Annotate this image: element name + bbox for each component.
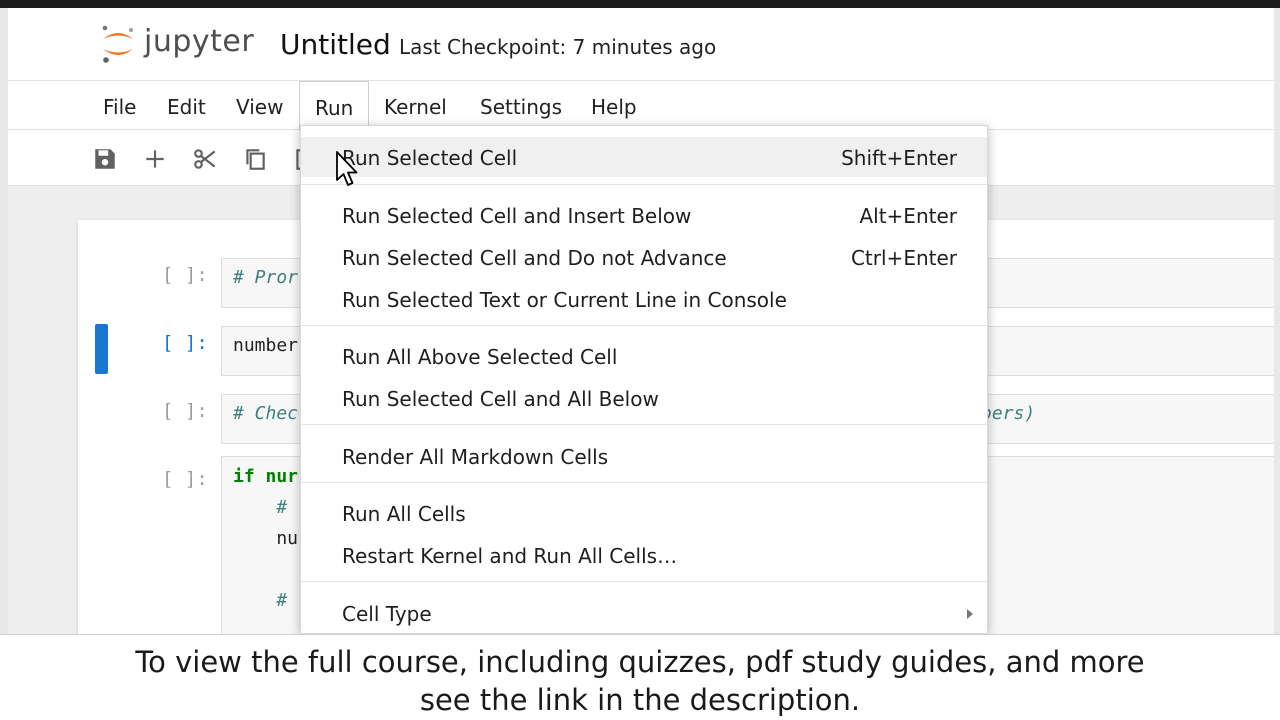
menu-item-restart-run-all[interactable]: Restart Kernel and Run All Cells… — [301, 535, 987, 575]
menu-separator — [301, 581, 987, 582]
menu-item-run-in-console[interactable]: Run Selected Text or Current Line in Con… — [301, 279, 987, 319]
menu-item-label: Run Selected Cell and All Below — [342, 387, 659, 411]
cell-prompt: [ ]: — [162, 332, 208, 354]
add-cell-icon[interactable] — [142, 146, 168, 172]
jupyter-wordmark: jupyter — [144, 24, 255, 59]
mouse-pointer-icon — [336, 151, 358, 186]
menu-file[interactable]: File — [103, 95, 136, 119]
menu-item-label: Restart Kernel and Run All Cells… — [342, 544, 678, 568]
cell-prompt: [ ]: — [162, 400, 208, 422]
menu-separator — [301, 184, 987, 185]
menu-separator — [301, 325, 987, 326]
caption-line-2: see the link in the description. — [419, 683, 861, 717]
menu-run[interactable]: Run — [299, 81, 370, 131]
menu-item-shortcut: Shift+Enter — [841, 146, 957, 170]
menu-item-render-markdown[interactable]: Render All Markdown Cells — [301, 436, 987, 476]
menu-edit[interactable]: Edit — [167, 95, 206, 119]
menu-item-run-selected-cell[interactable]: Run Selected Cell Shift+Enter — [301, 137, 987, 177]
code-line: # — [233, 590, 288, 611]
menu-item-label: Run Selected Text or Current Line in Con… — [342, 288, 787, 312]
menu-settings[interactable]: Settings — [480, 95, 562, 119]
menu-separator — [301, 482, 987, 483]
menu-item-label: Run Selected Cell and Do not Advance — [342, 246, 727, 270]
menu-item-cell-type[interactable]: Cell Type — [301, 593, 987, 633]
menu-item-shortcut: Ctrl+Enter — [850, 246, 957, 270]
jupyter-logo-icon[interactable] — [100, 22, 136, 66]
code-line: # Chec — [233, 403, 299, 424]
menu-item-run-and-insert-below[interactable]: Run Selected Cell and Insert Below Alt+E… — [301, 195, 987, 235]
submenu-arrow-icon — [967, 609, 973, 619]
window-right-edge — [1274, 8, 1280, 634]
code-line-tail: bers) — [981, 403, 1036, 424]
menu-item-label: Cell Type — [342, 602, 432, 626]
code-line: # Pror — [233, 267, 299, 288]
code-line: if nur — [233, 466, 299, 487]
menu-item-run-all-above[interactable]: Run All Above Selected Cell — [301, 336, 987, 376]
menu-item-label: Render All Markdown Cells — [342, 445, 609, 469]
menu-bar: File Edit View Run Kernel Settings Help — [8, 80, 1274, 131]
cut-icon[interactable] — [192, 146, 218, 172]
cell-prompt: [ ]: — [162, 468, 208, 490]
menu-item-run-do-not-advance[interactable]: Run Selected Cell and Do not Advance Ctr… — [301, 237, 987, 277]
code-line: number — [233, 335, 299, 356]
caption-line-1: To view the full course, including quizz… — [135, 645, 1145, 679]
save-icon[interactable] — [92, 146, 118, 172]
menu-item-label: Run All Above Selected Cell — [342, 345, 618, 369]
menu-separator — [301, 424, 987, 425]
menu-item-run-selected-and-below[interactable]: Run Selected Cell and All Below — [301, 378, 987, 418]
window-left-edge — [0, 8, 8, 634]
menu-kernel[interactable]: Kernel — [384, 95, 447, 119]
menu-item-label: Run All Cells — [342, 502, 466, 526]
notebook-header: jupyter Untitled Last Checkpoint: 7 minu… — [8, 8, 1274, 80]
notebook-title[interactable]: Untitled — [280, 28, 391, 61]
menu-item-label: Run Selected Cell and Insert Below — [342, 204, 692, 228]
menu-item-label: Run Selected Cell — [342, 146, 518, 170]
active-cell-indicator — [95, 324, 108, 374]
code-line: # — [233, 497, 288, 518]
cell-prompt: [ ]: — [162, 264, 208, 286]
video-caption: To view the full course, including quizz… — [0, 634, 1280, 720]
menu-item-shortcut: Alt+Enter — [859, 204, 957, 228]
run-menu-dropdown: Run Selected Cell Shift+Enter Run Select… — [300, 125, 988, 634]
window-top-edge — [0, 0, 1280, 8]
code-line: nu — [233, 528, 299, 549]
menu-view[interactable]: View — [236, 95, 283, 119]
last-checkpoint-text: Last Checkpoint: 7 minutes ago — [399, 35, 717, 59]
menu-item-run-all-cells[interactable]: Run All Cells — [301, 493, 987, 533]
copy-icon[interactable] — [242, 146, 268, 172]
menu-help[interactable]: Help — [591, 95, 637, 119]
